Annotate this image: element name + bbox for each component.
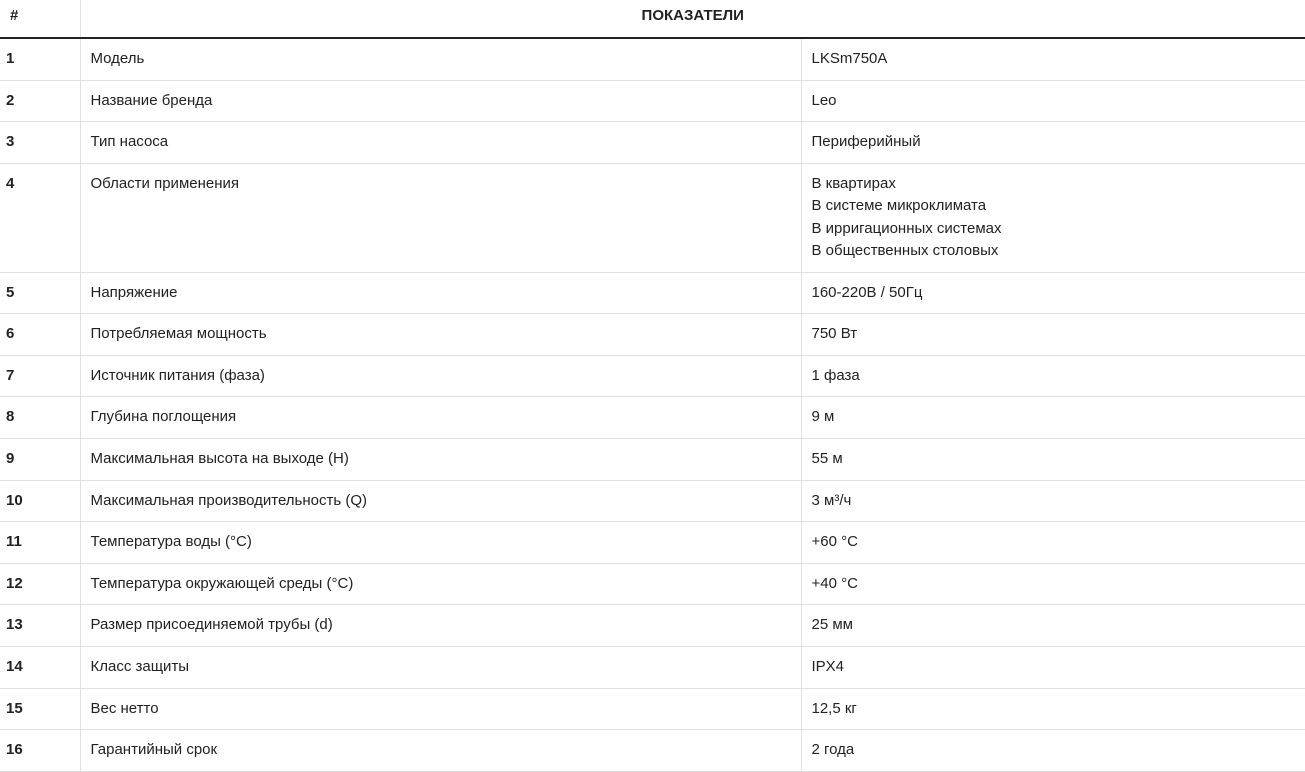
table-row: 16 Гарантийный срок 2 года xyxy=(0,729,1305,772)
value-line: 3 м³/ч xyxy=(811,491,852,509)
parameter-name: Области применения xyxy=(80,163,802,273)
parameter-value: IPX4 xyxy=(801,646,1305,689)
parameter-value: 2 года xyxy=(801,729,1305,772)
table-row: 9 Максимальная высота на выходе (H) 55 м xyxy=(0,438,1305,481)
table-row: 14 Класс защиты IPX4 xyxy=(0,646,1305,689)
value-line: 9 м xyxy=(811,408,835,426)
row-number: 11 xyxy=(0,521,81,564)
parameter-value: 12,5 кг xyxy=(801,688,1305,731)
value-line: 25 мм xyxy=(811,616,853,634)
parameter-value: 9 м xyxy=(801,396,1305,440)
row-number: 16 xyxy=(0,729,81,772)
value-line: Leo xyxy=(811,91,837,109)
parameter-name: Модель xyxy=(80,38,802,81)
row-number: 14 xyxy=(0,646,81,689)
parameter-name: Потребляемая мощность xyxy=(80,313,802,356)
row-number: 3 xyxy=(0,121,81,164)
value-line: Периферийный xyxy=(811,133,921,151)
parameter-value: 160-220В / 50Гц xyxy=(801,272,1305,315)
parameter-name: Вес нетто xyxy=(80,688,802,731)
parameter-value: В квартирах В системе микроклимата В ирриг… xyxy=(801,163,1305,273)
table-row: 8 Глубина поглощения 9 м xyxy=(0,396,1305,440)
value-line: 1 фаза xyxy=(811,366,860,384)
table-row: 5 Напряжение 160-220В / 50Гц xyxy=(0,272,1305,315)
row-number: 4 xyxy=(0,163,81,273)
parameter-name: Глубина поглощения xyxy=(80,396,802,440)
row-number: 2 xyxy=(0,80,81,123)
table-row: 15 Вес нетто 12,5 кг xyxy=(0,688,1305,731)
table-row: 6 Потребляемая мощность 750 Вт xyxy=(0,313,1305,356)
parameter-value: +40 °C xyxy=(801,563,1305,606)
row-number: 10 xyxy=(0,480,81,523)
parameter-name: Источник питания (фаза) xyxy=(80,355,802,398)
table-row: 13 Размер присоединяемой трубы (d) 25 мм xyxy=(0,604,1305,648)
row-number: 5 xyxy=(0,272,81,315)
row-number: 7 xyxy=(0,355,81,398)
parameter-name: Класс защиты xyxy=(80,646,802,689)
row-number: 6 xyxy=(0,313,81,356)
value-line: 750 Вт xyxy=(811,325,858,343)
header-number: # xyxy=(0,0,81,39)
value-line: 55 м xyxy=(811,450,843,468)
parameter-value: 55 м xyxy=(801,438,1305,481)
parameter-value: Периферийный xyxy=(801,121,1305,164)
table-row: 10 Максимальная производительность (Q) 3 м… xyxy=(0,480,1305,523)
parameter-value: LKSm750A xyxy=(801,38,1305,81)
row-number: 9 xyxy=(0,438,81,481)
parameter-name: Максимальная высота на выходе (H) xyxy=(80,438,802,481)
value-line: IPX4 xyxy=(811,658,845,676)
parameter-value: 25 мм xyxy=(801,604,1305,648)
value-line: В общественных столовых xyxy=(811,242,999,260)
value-line: 12,5 кг xyxy=(811,699,857,717)
table-header: # ПОКАЗАТЕЛИ xyxy=(0,0,1305,39)
value-line: В ирригационных системах xyxy=(811,219,1002,237)
parameter-value: 750 Вт xyxy=(801,313,1305,356)
parameter-value: Leo xyxy=(801,80,1305,123)
value-line: +60 °C xyxy=(811,533,858,551)
parameter-name: Напряжение xyxy=(80,272,802,315)
table-row: 2 Название бренда Leo xyxy=(0,80,1305,123)
value-line: +40 °C xyxy=(811,574,858,592)
specifications-table: # ПОКАЗАТЕЛИ 1 Модель LKSm750A 2 Название бр… xyxy=(0,0,1305,772)
parameter-name: Температура окружающей среды (°C) xyxy=(80,563,802,606)
row-number: 1 xyxy=(0,38,81,81)
value-line: В квартирах xyxy=(811,174,896,192)
parameter-name: Размер присоединяемой трубы (d) xyxy=(80,604,802,648)
value-line: 2 года xyxy=(811,741,855,759)
parameter-name: Температура воды (°C) xyxy=(80,521,802,564)
value-line: В системе микроклимата xyxy=(811,197,987,215)
table-row: 7 Источник питания (фаза) 1 фаза xyxy=(0,355,1305,398)
row-number: 12 xyxy=(0,563,81,606)
table-row: 1 Модель LKSm750A xyxy=(0,38,1305,81)
parameter-name: Гарантийный срок xyxy=(80,729,802,772)
parameter-value: 3 м³/ч xyxy=(801,480,1305,523)
parameter-value: +60 °C xyxy=(801,521,1305,564)
parameter-value: 1 фаза xyxy=(801,355,1305,398)
value-line: LKSm750A xyxy=(811,50,888,67)
row-number: 13 xyxy=(0,604,81,648)
parameter-name: Тип насоса xyxy=(80,121,802,164)
table-row: 3 Тип насоса Периферийный xyxy=(0,121,1305,164)
row-number: 15 xyxy=(0,688,81,731)
parameter-name: Максимальная производительность (Q) xyxy=(80,480,802,523)
table-row: 11 Температура воды (°C) +60 °C xyxy=(0,521,1305,564)
header-title: ПОКАЗАТЕЛИ xyxy=(80,0,1305,39)
value-line: 160-220В / 50Гц xyxy=(811,283,923,301)
row-number: 8 xyxy=(0,396,81,440)
table-row: 12 Температура окружающей среды (°C) +40 °… xyxy=(0,563,1305,606)
parameter-name: Название бренда xyxy=(80,80,802,123)
table-body: 1 Модель LKSm750A 2 Название бренда Leo 3 Тип н… xyxy=(0,38,1305,772)
table-row: 4 Области применения В квартирах В системе … xyxy=(0,163,1305,273)
header-row: # ПОКАЗАТЕЛИ xyxy=(0,0,1305,39)
